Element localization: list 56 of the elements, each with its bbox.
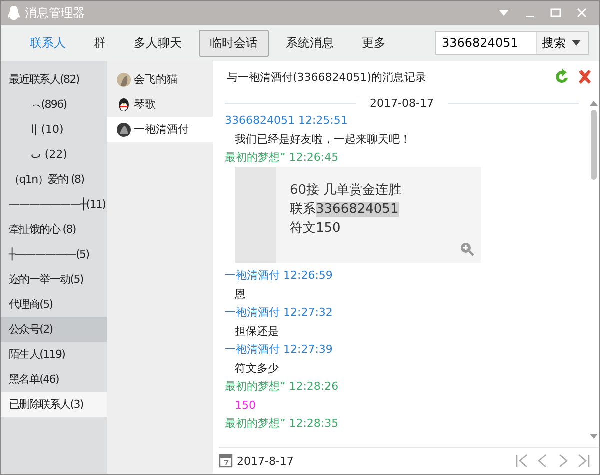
record-title: 与一袍清酒付(3366824051)的消息记录: [227, 70, 428, 84]
image-text: 联系3366824051: [290, 201, 400, 219]
message-sender: 最初的梦想” 12:28:35: [225, 416, 340, 432]
app-logo-icon: [7, 5, 21, 21]
message-text: 符文多少: [234, 361, 280, 377]
group-item[interactable]: 最近联系人(82): [1, 67, 107, 92]
zoom-in-icon[interactable]: [460, 242, 475, 257]
group-item[interactable]: 陌生人(119): [1, 342, 107, 367]
group-item[interactable]: 代理商(5): [1, 292, 107, 317]
refresh-icon[interactable]: [553, 69, 571, 85]
calendar-icon[interactable]: [219, 454, 233, 468]
tab[interactable]: 更多: [351, 30, 397, 56]
contact-item[interactable]: 琴歌: [107, 92, 213, 117]
group-item[interactable]: ┼——————(5): [1, 242, 107, 267]
message-sender: 3366824051 12:25:51: [225, 113, 349, 129]
tab[interactable]: 联系人: [19, 30, 77, 56]
group-item[interactable]: ︵(896): [1, 92, 107, 117]
message-sender: 一袍清酒付 12:27:32: [225, 305, 334, 321]
message-text: 我们已经是好友啦，一起来聊天吧！: [234, 132, 412, 148]
group-item[interactable]: 牵扯饿的心 (8): [1, 217, 107, 242]
contact-item[interactable]: 会飞的猫: [107, 67, 213, 92]
message-text: 恩: [234, 287, 247, 303]
message-sender: 最初的梦想” 12:28:26: [225, 379, 340, 395]
group-item[interactable]: 黑名单(46): [1, 367, 107, 392]
image-text: 60接 几单赏金连胜: [290, 182, 402, 200]
window-title: 消息管理器: [25, 4, 85, 22]
message-sender: 最初的梦想” 12:26:45: [225, 150, 340, 166]
contact-name: 会飞的猫: [134, 72, 178, 87]
message-text: 担保还是: [234, 324, 280, 340]
tab[interactable]: 系统消息: [275, 30, 345, 56]
tab[interactable]: 临时会话: [199, 30, 269, 56]
group-item[interactable]: 公众号(2): [1, 317, 107, 342]
delete-icon[interactable]: [577, 69, 593, 85]
image-text: 符文150: [290, 220, 342, 238]
contact-name: 一袍清酒付: [134, 122, 189, 137]
message-text: 150: [234, 398, 257, 414]
tab[interactable]: 群: [83, 30, 117, 56]
date-divider: 2017-08-17: [370, 97, 434, 110]
scrollbar-thumb[interactable]: [591, 110, 597, 180]
contact-name: 琴歌: [134, 97, 156, 112]
group-item[interactable]: 已删除联系人(3): [1, 392, 107, 417]
group-item[interactable]: ٮ (22): [1, 142, 107, 167]
message-sender: 一袍清酒付 12:27:39: [225, 342, 334, 358]
group-item[interactable]: ا| (10): [1, 117, 107, 142]
scroll-down-icon[interactable]: [590, 434, 598, 439]
avatar-icon: [117, 98, 131, 112]
message-sender: 一袍清酒付 12:26:59: [225, 268, 334, 284]
date-field[interactable]: 2017-8-17: [237, 454, 511, 468]
scroll-up-icon[interactable]: [590, 101, 598, 106]
group-item[interactable]: （q1n）爱的 (8): [1, 167, 107, 192]
avatar-icon: [117, 122, 131, 136]
contact-item[interactable]: 一袍清酒付: [107, 117, 213, 142]
avatar-icon: [117, 72, 131, 86]
tab[interactable]: 多人聊天: [123, 30, 193, 56]
group-item[interactable]: 迩的一举一动(5): [1, 267, 107, 292]
group-item[interactable]: ———————┼(11): [1, 192, 107, 217]
